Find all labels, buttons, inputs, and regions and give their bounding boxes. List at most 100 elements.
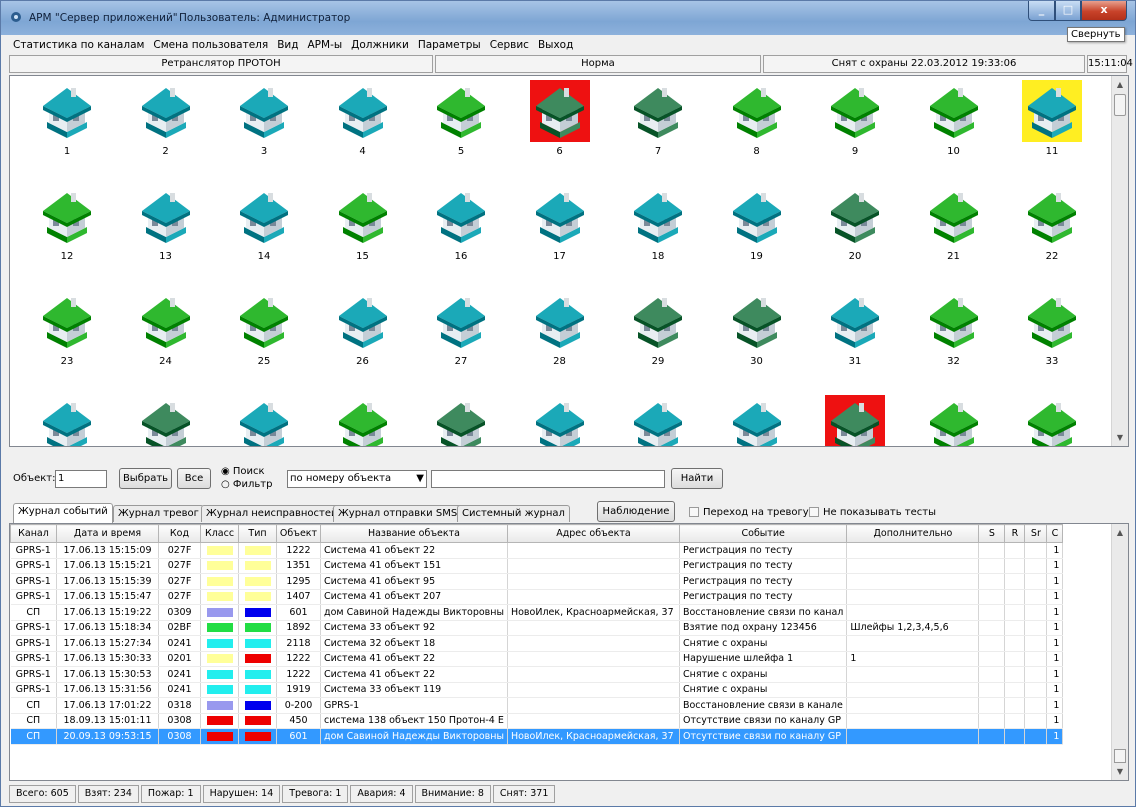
menu-item-params[interactable]: Параметры <box>414 37 485 55</box>
table-row[interactable]: GPRS-1 17.06.13 15:18:34 02BF 1892 Система 3… <box>10 620 1064 636</box>
object-tile[interactable]: 14 <box>234 185 294 265</box>
object-tile[interactable]: 6 <box>529 80 590 160</box>
hide-tests-checkbox[interactable] <box>809 507 819 517</box>
tab-events[interactable]: Журнал событий <box>13 503 113 523</box>
object-tile[interactable]: 16 <box>431 185 491 265</box>
menu-item-service[interactable]: Сервис <box>486 37 533 55</box>
object-tile[interactable]: 27 <box>431 290 491 370</box>
object-input[interactable]: 1 <box>55 470 107 488</box>
filter-radio[interactable]: ○ Фильтр <box>221 479 272 490</box>
object-tile[interactable] <box>825 395 885 446</box>
object-tile[interactable]: 2 <box>136 80 196 160</box>
scroll-down-icon[interactable]: ▼ <box>1112 429 1128 446</box>
table-scroll-down-icon[interactable]: ▼ <box>1112 763 1128 780</box>
object-tile[interactable]: 25 <box>234 290 294 370</box>
scroll-up-icon[interactable]: ▲ <box>1112 76 1128 93</box>
object-tile[interactable]: 8 <box>727 80 787 160</box>
object-tile[interactable]: 3 <box>234 80 294 160</box>
object-tile[interactable]: 10 <box>924 80 984 160</box>
table-row[interactable]: GPRS-1 17.06.13 15:15:21 027F 1351 Система 4… <box>10 558 1064 574</box>
table-row[interactable]: GPRS-1 17.06.13 15:30:53 0241 1222 Система 4… <box>10 666 1064 683</box>
column-header[interactable]: Название объекта <box>320 524 508 543</box>
object-tile[interactable]: 20 <box>825 185 885 265</box>
object-tile[interactable]: 5 <box>431 80 491 160</box>
column-header[interactable]: Дополнительно <box>846 524 980 543</box>
menu-item-view[interactable]: Вид <box>273 37 302 55</box>
object-tile[interactable]: 11 <box>1022 80 1082 160</box>
alarm-jump-checkbox[interactable] <box>689 507 699 517</box>
column-header[interactable]: Канал <box>10 524 57 543</box>
column-header[interactable]: Код <box>158 524 201 543</box>
object-tile[interactable]: 13 <box>136 185 196 265</box>
minimize-button[interactable]: _ <box>1028 1 1055 21</box>
table-scrollbar[interactable]: ▲ ▼ <box>1111 524 1128 780</box>
column-header[interactable]: R <box>1004 524 1026 543</box>
scroll-thumb[interactable] <box>1114 94 1126 116</box>
table-row[interactable]: GPRS-1 17.06.13 15:15:39 027F 1295 Система 4… <box>10 573 1064 590</box>
menu-item-debtors[interactable]: Должники <box>347 37 413 55</box>
object-tile[interactable]: 4 <box>333 80 393 160</box>
table-row[interactable]: GPRS-1 17.06.13 15:31:56 0241 1919 Система 3… <box>10 682 1064 698</box>
column-header[interactable]: Тип <box>238 524 277 543</box>
table-scroll-up-icon[interactable]: ▲ <box>1112 524 1128 541</box>
object-tile[interactable]: 29 <box>628 290 688 370</box>
column-header[interactable]: S <box>978 524 1006 543</box>
object-tile[interactable]: 15 <box>333 185 393 265</box>
find-button[interactable]: Найти <box>671 468 723 489</box>
object-tile[interactable]: 9 <box>825 80 885 160</box>
table-row[interactable]: СП 17.06.13 17:01:22 0318 0-200 GPRS-1 Восста… <box>10 697 1064 714</box>
menu-item-arms[interactable]: АРМ-ы <box>304 37 347 55</box>
table-scroll-thumb[interactable] <box>1114 749 1126 763</box>
object-tile[interactable] <box>727 395 787 446</box>
column-header[interactable]: Дата и время <box>56 524 159 543</box>
column-header[interactable]: Sr <box>1024 524 1048 543</box>
object-tile[interactable]: 31 <box>825 290 885 370</box>
tab-system[interactable]: Системный журнал <box>457 505 570 522</box>
table-row[interactable]: GPRS-1 17.06.13 15:15:09 027F 1222 Система 4… <box>10 542 1064 559</box>
table-row[interactable]: СП 20.09.13 09:53:15 0308 601 дом Савиной На… <box>10 728 1064 745</box>
table-row[interactable]: GPRS-1 17.06.13 15:27:34 0241 2118 Система 3… <box>10 635 1064 652</box>
object-tile[interactable] <box>37 395 97 446</box>
object-tile[interactable]: 32 <box>924 290 984 370</box>
all-button[interactable]: Все <box>177 468 211 489</box>
tab-faults[interactable]: Журнал неисправностей <box>201 505 343 522</box>
maximize-button[interactable]: □ <box>1055 1 1081 21</box>
menu-item-channel-stats[interactable]: Статистика по каналам <box>9 37 148 55</box>
table-row[interactable]: СП 17.06.13 15:19:22 0309 601 дом Савиной На… <box>10 604 1064 621</box>
close-button[interactable]: x <box>1081 1 1127 21</box>
object-tile[interactable]: 24 <box>136 290 196 370</box>
object-tile[interactable]: 21 <box>924 185 984 265</box>
object-tile[interactable] <box>530 395 590 446</box>
menu-item-exit[interactable]: Выход <box>534 37 577 55</box>
object-tile[interactable]: 26 <box>333 290 393 370</box>
column-header[interactable]: C <box>1046 524 1064 543</box>
table-row[interactable]: СП 18.09.13 15:01:11 0308 450 система 138 об… <box>10 713 1064 729</box>
object-tile[interactable] <box>628 395 688 446</box>
object-tile[interactable]: 28 <box>530 290 590 370</box>
grid-scrollbar[interactable]: ▲ ▼ <box>1111 76 1128 446</box>
object-tile[interactable]: 22 <box>1022 185 1082 265</box>
object-tile[interactable]: 19 <box>727 185 787 265</box>
search-field[interactable] <box>431 470 665 488</box>
object-tile[interactable]: 12 <box>37 185 97 265</box>
object-tile[interactable]: 33 <box>1022 290 1082 370</box>
object-tile[interactable] <box>431 395 491 446</box>
object-tile[interactable]: 30 <box>727 290 787 370</box>
object-tile[interactable] <box>234 395 294 446</box>
menu-item-change-user[interactable]: Смена пользователя <box>149 37 272 55</box>
object-tile[interactable]: 23 <box>37 290 97 370</box>
object-tile[interactable] <box>1022 395 1082 446</box>
observe-button[interactable]: Наблюдение <box>597 501 675 522</box>
tab-sms[interactable]: Журнал отправки SMS <box>333 505 463 522</box>
object-tile[interactable]: 17 <box>530 185 590 265</box>
column-header[interactable]: Адрес объекта <box>506 524 680 543</box>
title-bar[interactable]: АРМ "Сервер приложений" Пользователь: Ад… <box>1 1 1135 35</box>
search-radio[interactable]: ◉ Поиск <box>221 466 265 477</box>
object-tile[interactable] <box>333 395 393 446</box>
object-tile[interactable] <box>136 395 196 446</box>
column-header[interactable]: Событие <box>678 524 848 543</box>
object-tile[interactable] <box>924 395 984 446</box>
object-tile[interactable]: 18 <box>628 185 688 265</box>
object-tile[interactable]: 7 <box>628 80 688 160</box>
select-button[interactable]: Выбрать <box>119 468 172 489</box>
